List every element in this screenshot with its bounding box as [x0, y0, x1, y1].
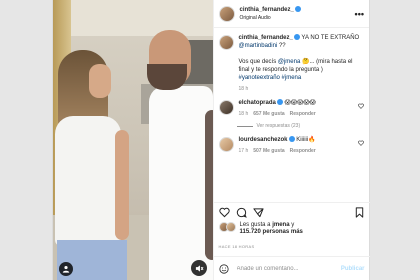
likes-count[interactable]: 115.720 personas más	[240, 229, 303, 235]
comments-list: cinthia_fernandez_ YA NO TE EXTRAÑO @mar…	[214, 34, 370, 161]
comment-time[interactable]: 17 h	[239, 148, 249, 154]
comment-item: elchatoprada 😱😱😱😱😱 18 h 657 Me gusta Respo…	[214, 99, 370, 118]
heart-icon[interactable]	[357, 103, 364, 109]
verified-badge-icon	[276, 99, 283, 105]
likes-summary: Les gusta a jmena y 115.720 personas más	[218, 222, 367, 236]
speaker-muted-icon	[195, 264, 203, 272]
comment-time[interactable]: 18 h	[239, 111, 249, 117]
avatar[interactable]	[218, 137, 234, 152]
comment-text: 😱😱😱😱😱	[284, 100, 316, 106]
liker-username[interactable]: jmena	[272, 222, 289, 228]
add-comment-bar: Publicar	[213, 256, 370, 280]
verified-badge-icon	[293, 34, 300, 40]
comment-input[interactable]	[234, 264, 341, 273]
publish-button[interactable]: Publicar	[341, 266, 365, 272]
instagram-post: cinthia_fernandez_ Original Audio ••• ci…	[52, 0, 370, 280]
avatar[interactable]	[218, 100, 234, 115]
share-icon[interactable]	[252, 207, 264, 218]
comment-likes[interactable]: 657 Me gusta	[253, 111, 284, 117]
comment-username[interactable]: lourdesanchezok	[239, 137, 288, 143]
action-bar	[213, 202, 370, 220]
caption-text: YA NO TE EXTRAÑO	[301, 35, 360, 41]
post-timestamp[interactable]: HACE 18 HORAS	[219, 244, 255, 249]
reply-button[interactable]: Responder	[290, 111, 316, 117]
comment-likes[interactable]: 507 Me gusta	[253, 148, 284, 154]
more-options-icon[interactable]: •••	[355, 9, 364, 18]
caption-time[interactable]: 18 h	[239, 86, 249, 92]
emoji-icon[interactable]	[218, 263, 229, 274]
tagged-users-button[interactable]	[59, 262, 73, 276]
avatar	[225, 222, 236, 232]
caption: cinthia_fernandez_ YA NO TE EXTRAÑO @mar…	[214, 34, 370, 93]
user-icon	[62, 265, 70, 273]
avatar[interactable]	[218, 5, 235, 22]
author-username[interactable]: cinthia_fernandez_	[240, 7, 294, 13]
mute-button[interactable]	[191, 260, 207, 276]
comment-text: Kiiiiii🔥	[296, 137, 316, 143]
bookmark-icon[interactable]	[354, 207, 365, 218]
comment-username[interactable]: elchatoprada	[239, 100, 276, 106]
post-header: cinthia_fernandez_ Original Audio •••	[213, 0, 369, 28]
heart-icon[interactable]	[357, 140, 364, 146]
verified-badge-icon	[294, 5, 301, 12]
comment-icon[interactable]	[236, 207, 247, 218]
audio-label[interactable]: Original Audio	[240, 14, 355, 22]
verified-badge-icon	[288, 136, 295, 142]
post-video[interactable]	[53, 0, 213, 280]
heart-icon[interactable]	[218, 207, 230, 218]
reply-button[interactable]: Responder	[290, 148, 316, 154]
view-replies-button[interactable]: Ver respuestas (23)	[214, 123, 370, 129]
caption-username[interactable]: cinthia_fernandez_	[239, 35, 293, 41]
avatar[interactable]	[218, 35, 234, 50]
comment-item: lourdesanchezok Kiiiiii🔥 17 h 507 Me gust…	[214, 136, 370, 155]
post-details-panel: cinthia_fernandez_ Original Audio ••• ci…	[212, 0, 370, 280]
mention-link[interactable]: @martinbadini	[239, 43, 278, 49]
mention-link[interactable]: @jmena	[278, 59, 300, 65]
hashtags[interactable]: #yanoteextraño #jmena	[239, 75, 302, 81]
